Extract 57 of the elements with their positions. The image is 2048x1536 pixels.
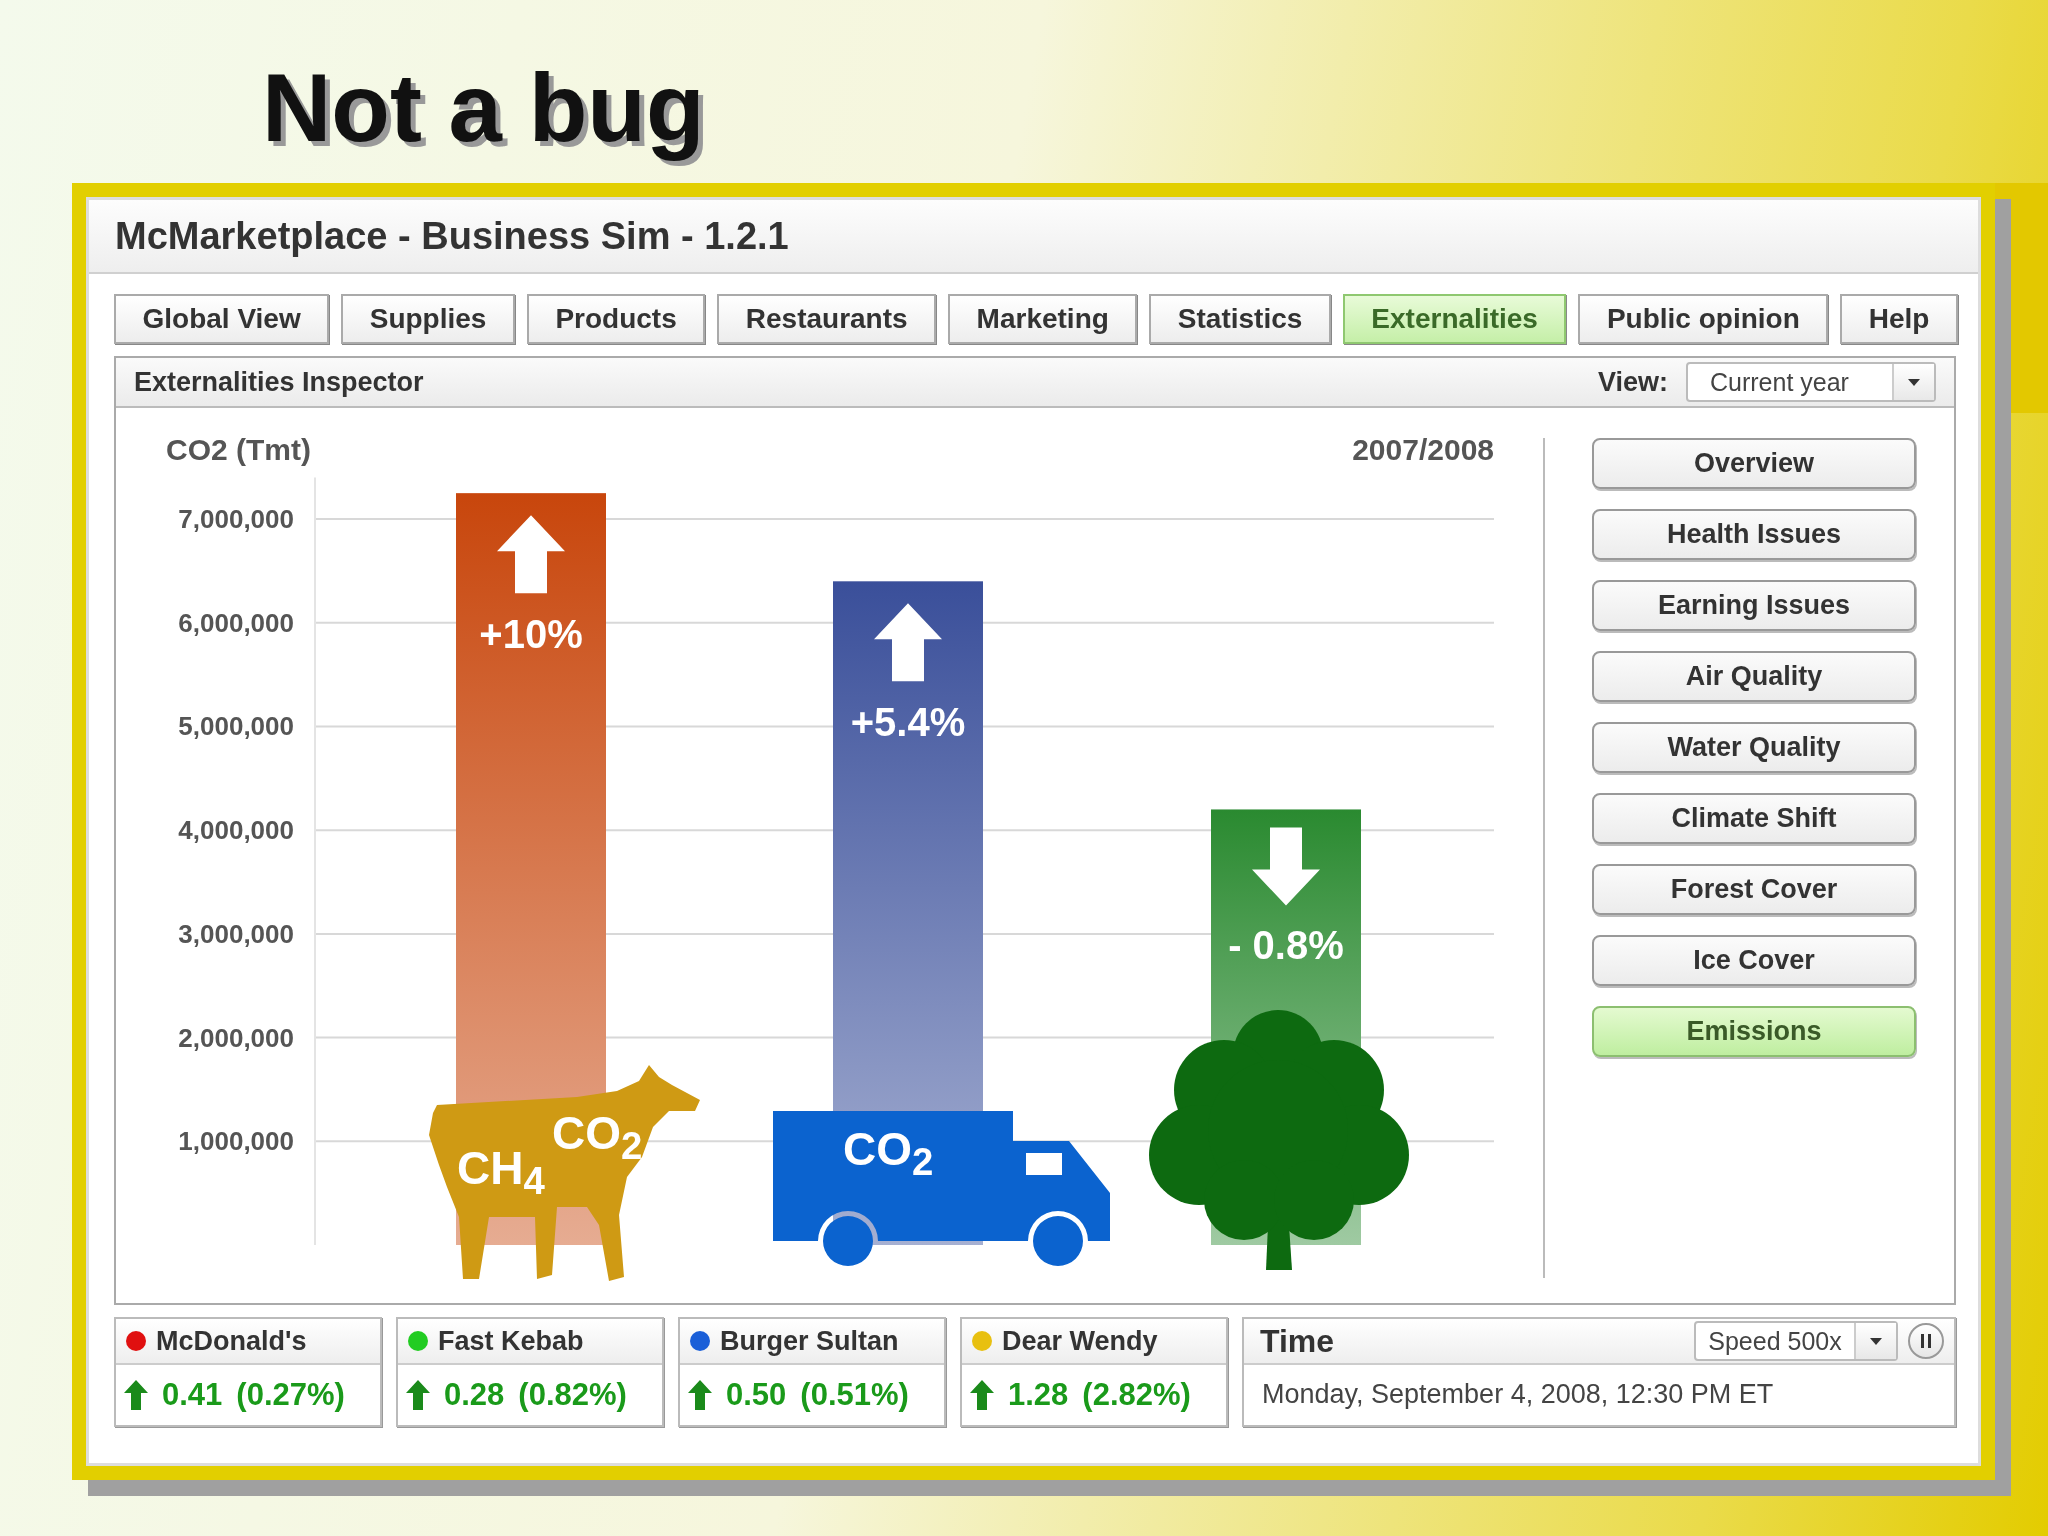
date-time: Monday, September 4, 2008, 12:30 PM ET bbox=[1261, 1378, 1775, 1411]
company-name: McDonald's bbox=[156, 1325, 307, 1357]
pause-button[interactable] bbox=[1908, 1323, 1944, 1359]
y-tick-label: 2,000,000 bbox=[178, 1022, 294, 1053]
change-label: +10% bbox=[479, 612, 583, 657]
tab[interactable]: Statistics bbox=[1149, 294, 1331, 344]
tab[interactable]: Restaurants bbox=[717, 294, 937, 344]
change-label: - 0.8% bbox=[1228, 923, 1344, 968]
tab[interactable]: Supplies bbox=[341, 294, 515, 344]
category-button[interactable]: Water Quality bbox=[1592, 722, 1916, 773]
formula-label: CH$_{4}$ bbox=[457, 1145, 545, 1201]
category-button[interactable]: Emissions bbox=[1592, 1006, 1916, 1057]
category-button[interactable]: Air Quality bbox=[1592, 651, 1916, 702]
chart-title: 2007/2008 bbox=[1352, 433, 1494, 466]
y-tick-label: 3,000,000 bbox=[178, 918, 294, 949]
company-name: Burger Sultan bbox=[720, 1325, 899, 1357]
speed-dropdown[interactable]: Speed 500x bbox=[1694, 1321, 1898, 1361]
score-percent: (0.51%) bbox=[800, 1377, 909, 1413]
score-value: 1.28 bbox=[1008, 1377, 1069, 1413]
caret-icon bbox=[1908, 378, 1920, 386]
company-name: Dear Wendy bbox=[1002, 1325, 1158, 1357]
tab[interactable]: Public opinion bbox=[1578, 294, 1829, 344]
view-label: View: bbox=[1597, 366, 1668, 398]
panel-title: Externalities Inspector bbox=[134, 366, 424, 398]
y-tick-label: 6,000,000 bbox=[178, 607, 294, 638]
score-percent: (0.82%) bbox=[518, 1377, 627, 1413]
formula-label: CO$_{2}$ bbox=[552, 1110, 643, 1166]
tab[interactable]: Products bbox=[526, 294, 706, 344]
slide-title: Not a bug bbox=[261, 53, 706, 163]
score-percent: (2.82%) bbox=[1082, 1377, 1191, 1413]
y-axis-label: CO2 (Tmt) bbox=[166, 433, 311, 466]
y-tick-label: 4,000,000 bbox=[178, 815, 294, 846]
score-percent: (0.27%) bbox=[236, 1377, 345, 1413]
company-name: Fast Kebab bbox=[438, 1325, 584, 1357]
category-button[interactable]: Overview bbox=[1592, 438, 1916, 489]
category-button[interactable]: Health Issues bbox=[1592, 509, 1916, 560]
category-button[interactable]: Forest Cover bbox=[1592, 864, 1916, 915]
score-value: 0.28 bbox=[444, 1377, 505, 1413]
category-button[interactable]: Earning Issues bbox=[1592, 580, 1916, 631]
formula-label: CO$_{2}$ bbox=[843, 1126, 934, 1182]
window-title: McMarketplace - Business Sim - 1.2.1 bbox=[115, 214, 789, 258]
caret-icon bbox=[1870, 1337, 1882, 1345]
pause-icon bbox=[1920, 1334, 1932, 1348]
time-title: Time bbox=[1260, 1322, 1335, 1360]
y-tick-label: 1,000,000 bbox=[178, 1126, 294, 1157]
view-dropdown[interactable]: Current year bbox=[1686, 362, 1936, 402]
score-value: 0.41 bbox=[162, 1377, 223, 1413]
tab[interactable]: Global View bbox=[114, 294, 330, 344]
category-button[interactable]: Climate Shift bbox=[1592, 793, 1916, 844]
y-tick-label: 5,000,000 bbox=[178, 711, 294, 742]
change-label: +5.4% bbox=[850, 700, 966, 745]
tab[interactable]: Marketing bbox=[948, 294, 1138, 344]
y-tick-label: 7,000,000 bbox=[178, 504, 294, 535]
tab[interactable]: Help bbox=[1840, 294, 1958, 344]
tab[interactable]: Externalities bbox=[1342, 294, 1567, 344]
score-value: 0.50 bbox=[726, 1377, 787, 1413]
category-button[interactable]: Ice Cover bbox=[1592, 935, 1916, 986]
